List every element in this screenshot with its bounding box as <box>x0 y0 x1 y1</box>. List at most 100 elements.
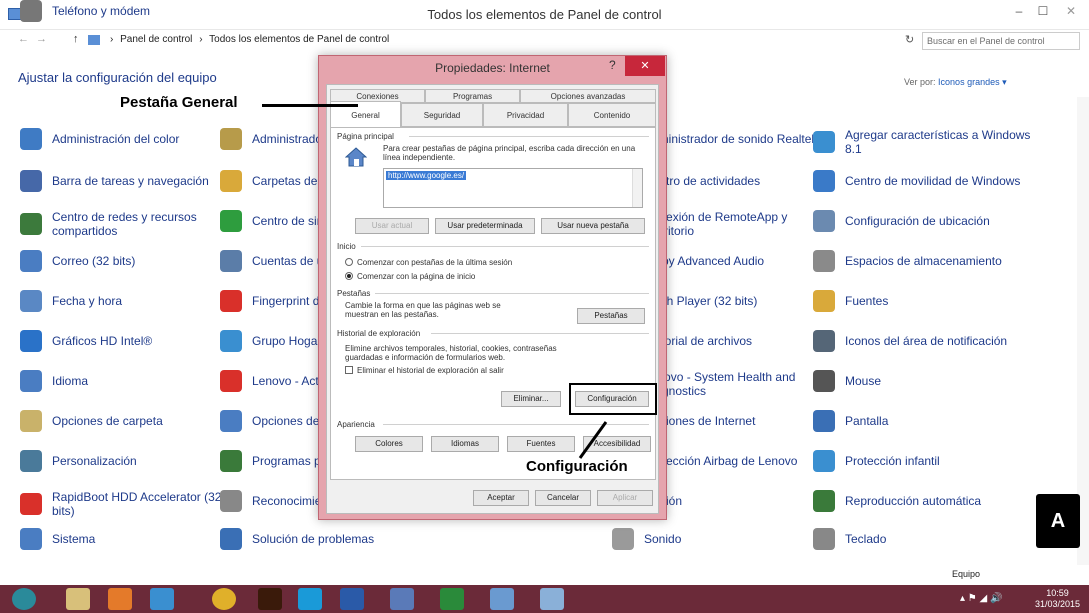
cp-item-icon <box>20 450 42 472</box>
forward-button[interactable]: → <box>36 33 47 45</box>
cp-item-icon <box>220 330 242 352</box>
cp-item[interactable]: RapidBoot HDD Accelerator (32 bits) <box>20 490 240 518</box>
cp-item[interactable]: Pantalla <box>813 410 1033 432</box>
cp-item[interactable]: Reproducción automática <box>813 490 1033 512</box>
breadcrumb-all-items[interactable]: Todos los elementos de Panel de control <box>209 34 389 45</box>
dialog-close-button[interactable]: ✕ <box>625 56 665 76</box>
tab-privacidad[interactable]: Privacidad <box>483 103 568 127</box>
taskbar-app-icon[interactable] <box>490 588 514 610</box>
cp-item[interactable]: Iconos del área de notificación <box>813 330 1033 352</box>
cp-item-icon <box>220 128 242 150</box>
breadcrumb[interactable]: › Panel de control › Todos los elementos… <box>110 34 393 45</box>
use-current-button[interactable]: Usar actual <box>355 218 429 234</box>
cp-item-icon <box>220 450 242 472</box>
cancel-button[interactable]: Cancelar <box>535 490 591 506</box>
skype-icon[interactable] <box>298 588 322 610</box>
brand-logo: A <box>1036 494 1080 548</box>
up-button[interactable]: ↑ <box>73 33 79 45</box>
chrome-icon[interactable] <box>212 588 236 610</box>
help-button[interactable]: ? <box>609 58 616 72</box>
view-by-dropdown[interactable]: Iconos grandes ▾ <box>938 77 1007 87</box>
illustrator-icon[interactable] <box>258 588 282 610</box>
delete-history-on-exit-checkbox[interactable]: Eliminar el historial de exploración al … <box>345 366 504 375</box>
fonts-button[interactable]: Fuentes <box>507 436 575 452</box>
tab-opciones-avanzadas[interactable]: Opciones avanzadas <box>520 89 656 103</box>
cp-item[interactable]: Teclado <box>813 528 1033 550</box>
cp-item[interactable]: Fuentes <box>813 290 1033 312</box>
word-icon[interactable] <box>340 588 364 610</box>
cp-item-label: Teclado <box>845 532 887 546</box>
tabs-description: Cambie la forma en que las páginas web s… <box>345 301 501 319</box>
cp-item-icon <box>612 528 634 550</box>
cp-item-label: Reproducción automática <box>845 494 982 508</box>
tab-seguridad[interactable]: Seguridad <box>401 103 483 127</box>
tab-contenido[interactable]: Contenido <box>568 103 656 127</box>
cp-item[interactable]: Sistema <box>20 528 240 550</box>
breadcrumb-control-panel[interactable]: Panel de control <box>120 34 192 45</box>
cp-item[interactable]: Centro de redes y recursos compartidos <box>20 210 240 238</box>
cp-item[interactable]: Opciones de carpeta <box>20 410 240 432</box>
cp-item[interactable]: Solución de problemas <box>220 528 440 550</box>
tabs-button[interactable]: Pestañas <box>577 308 645 324</box>
maximize-button[interactable]: ☐ <box>1030 0 1056 22</box>
cp-item-label: Teléfono y módem <box>52 4 151 18</box>
cp-item-label: Mouse <box>845 374 882 388</box>
colors-button[interactable]: Colores <box>355 436 423 452</box>
cp-item-icon <box>20 170 42 192</box>
cp-item[interactable]: Personalización <box>20 450 240 472</box>
cp-item-icon <box>20 0 42 22</box>
apply-button[interactable]: Aplicar <box>597 490 653 506</box>
minimize-button[interactable]: – <box>1006 0 1032 22</box>
cp-item-icon <box>20 410 42 432</box>
ok-button[interactable]: Aceptar <box>473 490 529 506</box>
cp-item-icon <box>220 170 242 192</box>
cp-item[interactable]: Configuración de ubicación <box>813 210 1033 232</box>
cp-item-label: Grupo Hogar <box>252 334 322 348</box>
cp-item[interactable]: Centro de movilidad de Windows <box>813 170 1033 192</box>
cp-item[interactable]: Gráficos HD Intel® <box>20 330 240 352</box>
cp-item-icon <box>813 528 835 550</box>
cp-item[interactable]: Sonido <box>612 528 832 550</box>
languages-button[interactable]: Idiomas <box>431 436 499 452</box>
close-button[interactable]: ✕ <box>1058 0 1084 22</box>
cp-item[interactable]: Barra de tareas y navegación <box>20 170 240 192</box>
cp-item[interactable]: Fecha y hora <box>20 290 240 312</box>
control-panel-taskbar-icon[interactable] <box>540 588 564 610</box>
cp-item[interactable]: Mouse <box>813 370 1033 392</box>
excel-icon[interactable] <box>440 588 464 610</box>
cp-item-icon <box>813 370 835 392</box>
startup-homepage-radio[interactable]: Comenzar con la página de inicio <box>345 272 475 281</box>
internet-explorer-icon[interactable] <box>150 588 174 610</box>
cp-item-icon <box>813 410 835 432</box>
cp-item[interactable]: Agregar características a Windows 8.1 <box>813 128 1033 156</box>
cp-item[interactable]: Teléfono y módem <box>20 0 240 22</box>
cp-item[interactable]: Correo (32 bits) <box>20 250 240 272</box>
network-icon[interactable] <box>390 588 414 610</box>
outlook-icon[interactable] <box>108 588 132 610</box>
cp-item[interactable]: Administración del color <box>20 128 240 150</box>
url-box-scrollbar[interactable] <box>632 169 642 207</box>
tab-programas[interactable]: Programas <box>425 89 520 103</box>
cp-item[interactable]: Protección infantil <box>813 450 1033 472</box>
refresh-icon[interactable]: ↻ <box>905 33 914 46</box>
tray-icons[interactable]: ▴ ⚑ ◢ 🔊 <box>960 593 1002 604</box>
cp-item-icon <box>220 528 242 550</box>
file-explorer-icon[interactable] <box>66 588 90 610</box>
status-equipo: Equipo <box>952 569 981 579</box>
start-button-icon[interactable] <box>12 588 36 610</box>
back-button[interactable]: ← <box>18 33 29 45</box>
cp-item-icon <box>220 370 242 392</box>
view-by[interactable]: Ver por: Iconos grandes ▾ <box>904 77 1007 88</box>
checkbox-box[interactable] <box>345 366 353 374</box>
use-default-button[interactable]: Usar predeterminada <box>435 218 535 234</box>
use-new-tab-button[interactable]: Usar nueva pestaña <box>541 218 645 234</box>
homepage-url-box[interactable]: http://www.google.es/ <box>383 168 643 208</box>
cp-item[interactable]: Idioma <box>20 370 240 392</box>
cp-item-label: Protección infantil <box>845 454 940 468</box>
startup-last-session-radio[interactable]: Comenzar con pestañas de la última sesió… <box>345 258 512 267</box>
search-input[interactable]: Buscar en el Panel de control <box>922 32 1080 50</box>
cp-item[interactable]: Espacios de almacenamiento <box>813 250 1033 272</box>
cp-item-icon <box>20 128 42 150</box>
delete-button[interactable]: Eliminar... <box>501 391 561 407</box>
taskbar-clock[interactable]: 10:59 31/03/2015 <box>1035 588 1080 610</box>
